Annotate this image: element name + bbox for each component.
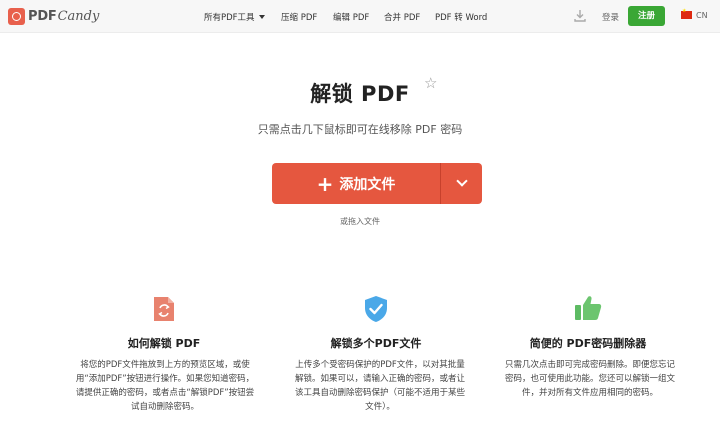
feature-text-how-to: 将您的PDF文件拖放到上方的预览区域，或使 用“添加PDF”按钮进行操作。如果您…	[60, 358, 270, 414]
feature-line: 该工具自动删除密码保护（可能不适用于某些	[294, 388, 465, 398]
login-link[interactable]: 登录	[602, 11, 619, 23]
china-flag-icon[interactable]	[681, 8, 692, 19]
page-title-row: 解锁 PDF	[0, 78, 720, 108]
feature-line: 文件）。	[365, 402, 395, 412]
add-file-label: 添加文件	[339, 176, 396, 193]
top-header: PDF Candy 所有PDF工具 压缩 PDF 编辑 PDF 合并 PDF P…	[0, 0, 720, 33]
feature-line: 将您的PDF文件拖放到上方的预览区域，或使	[80, 360, 250, 370]
add-file-button[interactable]: + 添加文件	[272, 163, 440, 204]
shield-check-icon	[365, 296, 387, 322]
nav-pdf-to-word[interactable]: PDF 转 Word	[435, 11, 487, 23]
nav-merge-pdf[interactable]: 合并 PDF	[384, 11, 420, 23]
nav-all-tools-label: 所有PDF工具	[204, 13, 255, 23]
feature-line: 件，并对所有文件应用相同的密码。	[521, 388, 658, 398]
star-icon[interactable]: ☆	[424, 74, 437, 92]
add-file-dropdown[interactable]	[441, 163, 482, 204]
plus-icon: +	[316, 171, 334, 196]
unlock-file-icon	[154, 297, 174, 321]
feature-title-batch: 解锁多个PDF文件	[330, 337, 422, 350]
page-title: 解锁 PDF	[310, 82, 410, 106]
logo-text-candy: Candy	[57, 9, 100, 24]
feature-text-batch: 上传多个受密码保护的PDF文件，以对其批量 解锁。如果可以，请输入正确的密码，或…	[275, 358, 485, 414]
feature-line: 密码，也可使用此功能。您还可以解锁一组文	[504, 374, 675, 384]
page-subtitle: 只需点击几下鼠标即可在线移除 PDF 密码	[257, 123, 463, 136]
feature-line: 上传多个受密码保护的PDF文件，以对其批量	[295, 360, 465, 370]
language-selector[interactable]: CN	[696, 11, 708, 20]
register-button[interactable]: 注册	[628, 6, 665, 26]
add-file-button-group: + 添加文件	[272, 163, 482, 204]
drag-hint: 或拖入文件	[340, 217, 380, 226]
logo-text-pdf: PDF	[28, 9, 57, 24]
feature-line: 试自动删除密码。	[130, 402, 199, 412]
feature-text-easy: 只需几次点击即可完成密码删除。即便您忘记 密码，也可使用此功能。您还可以解锁一组…	[485, 358, 695, 400]
download-icon[interactable]	[574, 9, 586, 22]
logo[interactable]: PDF Candy	[8, 8, 99, 25]
feature-line: 请提供正确的密码，或者点击“解锁PDF”按钮尝	[75, 388, 255, 398]
nav-compress-pdf[interactable]: 压缩 PDF	[281, 11, 317, 23]
feature-line: 只需几次点击即可完成密码删除。即便您忘记	[504, 360, 675, 370]
feature-line: 用“添加PDF”按钮进行操作。如果您知道密码，	[75, 374, 255, 384]
feature-title-how-to: 如何解锁 PDF	[127, 337, 201, 350]
thumbs-up-icon	[575, 296, 602, 320]
feature-title-easy: 简便的 PDF密码删除器	[529, 337, 647, 350]
caret-down-icon	[258, 15, 265, 19]
nav-edit-pdf[interactable]: 编辑 PDF	[333, 11, 369, 23]
logo-icon	[8, 8, 25, 25]
chevron-down-icon	[455, 175, 468, 187]
nav-all-tools[interactable]: 所有PDF工具	[204, 11, 265, 23]
feature-line: 解锁。如果可以，请输入正确的密码，或者让	[294, 374, 465, 384]
